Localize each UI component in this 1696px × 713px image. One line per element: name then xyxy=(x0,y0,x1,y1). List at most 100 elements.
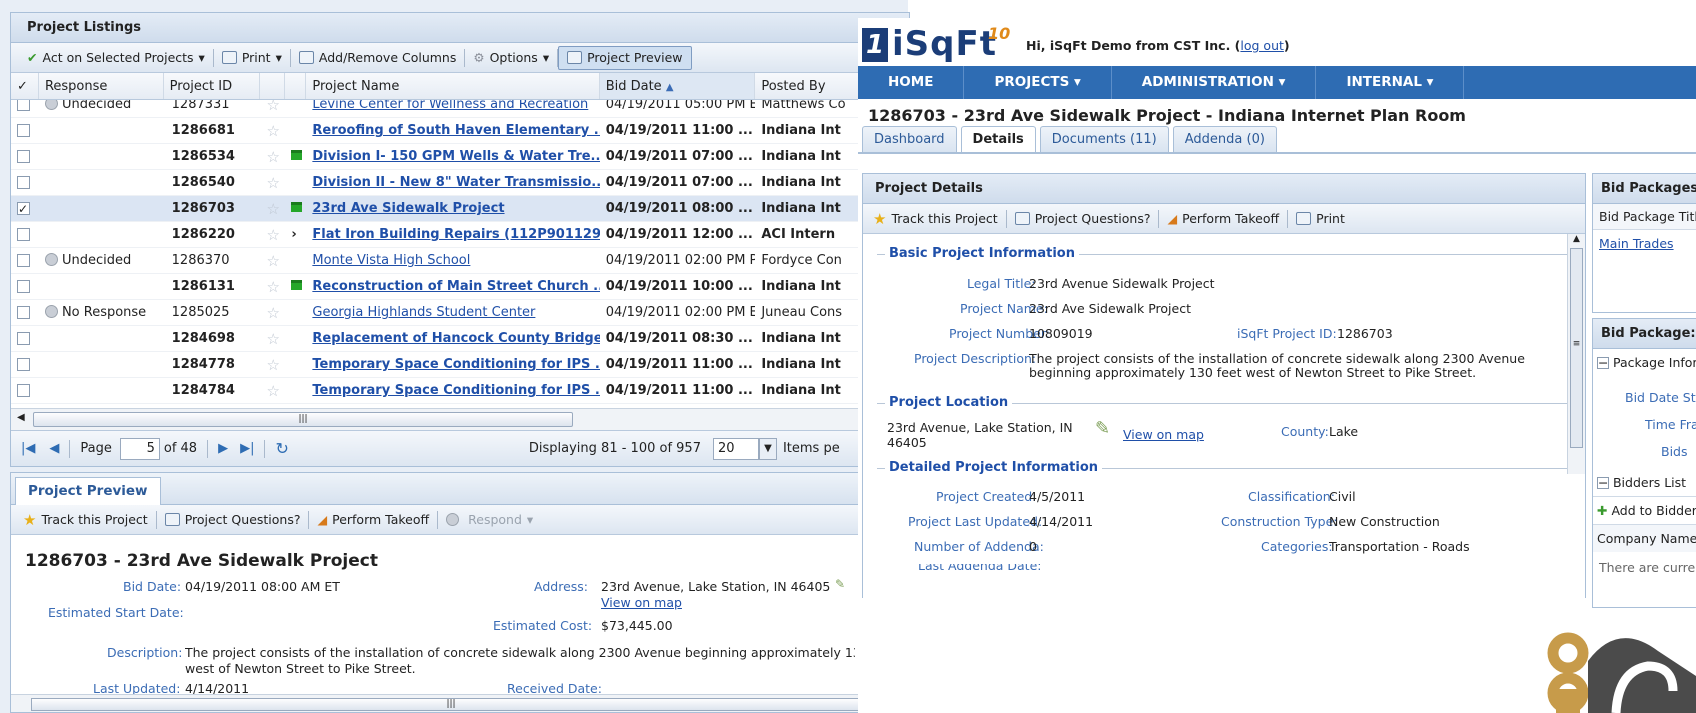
perform-takeoff-button[interactable]: ◢ Perform Takeoff xyxy=(309,508,437,532)
last-page-icon[interactable]: ▶| xyxy=(240,441,254,456)
table-row[interactable]: 1284698 ☆ Replacement of Hancock County Br… xyxy=(11,326,909,352)
project-name-link[interactable]: Reroofing of South Haven Elementary ... xyxy=(312,123,599,138)
row-checkbox[interactable] xyxy=(17,150,30,163)
map-icon[interactable]: ✎ xyxy=(1095,418,1110,439)
nav-internal[interactable]: INTERNAL ▾ xyxy=(1316,66,1465,99)
prev-page-icon[interactable]: ◀ xyxy=(49,441,59,456)
table-row[interactable]: No Response 1285025 ☆ Georgia Highlands Stu… xyxy=(11,300,909,326)
project-name-link[interactable]: Division II - New 8" Water Transmissio..… xyxy=(312,175,599,190)
project-name-link[interactable]: Flat Iron Building Repairs (112P901129) xyxy=(312,227,599,242)
project-name-link[interactable]: 23rd Ave Sidewalk Project xyxy=(312,201,504,216)
detail-v-scrollbar[interactable]: ▲ ≡ xyxy=(1567,234,1585,474)
star-icon[interactable]: ☆ xyxy=(266,100,279,114)
add-remove-columns-button[interactable]: Add/Remove Columns xyxy=(291,46,465,70)
row-checkbox[interactable] xyxy=(17,358,30,371)
preview-h-scrollbar[interactable]: ||| xyxy=(11,694,909,712)
chevron-down-icon[interactable]: ▼ xyxy=(758,437,777,460)
add-to-bidders-button[interactable]: ✚ Add to Bidder xyxy=(1593,496,1696,524)
flag-icon xyxy=(291,202,303,212)
project-name-link[interactable]: Monte Vista High School xyxy=(312,253,470,268)
refresh-icon[interactable]: ↻ xyxy=(275,439,288,458)
row-checkbox[interactable] xyxy=(17,100,30,111)
respond-button[interactable]: Respond ▾ xyxy=(438,508,541,532)
row-checkbox[interactable] xyxy=(17,196,30,221)
logout-link[interactable]: log out xyxy=(1240,38,1284,53)
star-icon[interactable]: ☆ xyxy=(266,382,279,400)
detail-track-button[interactable]: ★ Track this Project xyxy=(865,207,1006,231)
act-selected-button[interactable]: ✔ Act on Selected Projects ▾ xyxy=(19,46,213,70)
first-page-icon[interactable]: |◀ xyxy=(21,441,35,456)
track-project-button[interactable]: ★ Track this Project xyxy=(15,508,156,532)
row-checkbox[interactable] xyxy=(17,306,30,319)
star-icon[interactable]: ☆ xyxy=(266,330,279,348)
table-row[interactable]: 1284784 ☆ Temporary Space Conditioning for… xyxy=(11,378,909,404)
project-questions-button[interactable]: Project Questions? xyxy=(157,508,309,532)
star-icon[interactable]: ☆ xyxy=(266,148,279,166)
star-icon[interactable]: ☆ xyxy=(266,252,279,270)
row-checkbox[interactable] xyxy=(17,228,30,241)
select-all-header[interactable]: ✓ xyxy=(11,73,39,99)
project-name-link[interactable]: Levine Center for Wellness and Recreatio… xyxy=(312,100,588,112)
table-row[interactable]: 1286540 ☆ Division II - New 8" Water Trans… xyxy=(11,170,909,196)
detail-takeoff-button[interactable]: ◢ Perform Takeoff xyxy=(1159,207,1287,231)
table-row[interactable]: Undecided 1286370 ☆ Monte Vista High School… xyxy=(11,248,909,274)
project-name-link[interactable]: Division I- 150 GPM Wells & Water Tre... xyxy=(312,149,599,164)
table-row[interactable]: 1286220 ☆ › Flat Iron Building Repairs (112… xyxy=(11,222,909,248)
row-checkbox[interactable] xyxy=(17,124,30,137)
row-checkbox[interactable] xyxy=(17,254,30,267)
table-row[interactable]: 1286703☆23rd Ave Sidewalk Project04/19/2… xyxy=(11,196,909,222)
star-icon[interactable]: ☆ xyxy=(266,200,279,218)
project-name-link[interactable]: Reconstruction of Main Street Church ... xyxy=(312,279,599,294)
tab-documents[interactable]: Documents (11) xyxy=(1039,126,1169,152)
col-project-name[interactable]: Project Name xyxy=(306,73,600,99)
detail-questions-button[interactable]: Project Questions? xyxy=(1007,207,1159,231)
nav-projects[interactable]: PROJECTS ▾ xyxy=(964,66,1112,99)
col-flag[interactable] xyxy=(285,73,307,99)
table-row[interactable]: 1286131 ☆ Reconstruction of Main Street Ch… xyxy=(11,274,909,300)
nav-administration[interactable]: ADMINISTRATION ▾ xyxy=(1112,66,1317,99)
tab-addenda[interactable]: Addenda (0) xyxy=(1172,126,1277,152)
star-icon[interactable]: ☆ xyxy=(266,304,279,322)
row-checkbox[interactable] xyxy=(17,384,30,397)
project-preview-toggle[interactable]: Project Preview xyxy=(558,45,692,70)
tab-project-preview[interactable]: Project Preview xyxy=(15,477,161,505)
star-icon[interactable]: ☆ xyxy=(266,122,279,140)
col-bid-date[interactable]: Bid Date ▲ xyxy=(599,73,756,99)
row-checkbox[interactable] xyxy=(17,332,30,345)
view-on-map-link[interactable]: View on map xyxy=(601,595,682,610)
project-name-link[interactable]: Temporary Space Conditioning for IPS ... xyxy=(312,357,599,372)
row-checkbox[interactable] xyxy=(17,176,30,189)
col-response[interactable]: Response xyxy=(39,73,164,99)
next-page-icon[interactable]: ▶ xyxy=(218,441,228,456)
detail-print-button[interactable]: Print xyxy=(1288,207,1353,231)
project-name-link[interactable]: Temporary Space Conditioning for IPS ... xyxy=(312,383,599,398)
star-icon[interactable]: ☆ xyxy=(266,278,279,296)
star-icon[interactable]: ☆ xyxy=(266,174,279,192)
table-row[interactable]: 1286534 ☆ Division I- 150 GPM Wells & Wate… xyxy=(11,144,909,170)
star-icon[interactable]: ☆ xyxy=(266,356,279,374)
project-name-link[interactable]: Replacement of Hancock County Bridge xyxy=(312,331,599,346)
h-scrollbar[interactable]: ◀ ||| xyxy=(11,408,909,430)
col-star[interactable] xyxy=(260,73,286,99)
detail-view-on-map-link[interactable]: View on map xyxy=(1123,427,1204,442)
col-project-id[interactable]: Project ID xyxy=(164,73,261,99)
table-row[interactable]: Undecided 1287331 ☆ Levine Center for Welln… xyxy=(11,100,909,118)
map-icon[interactable]: ✎ xyxy=(835,577,845,591)
nav-home[interactable]: HOME xyxy=(858,66,965,99)
project-name-link[interactable]: Georgia Highlands Student Center xyxy=(312,305,535,320)
star-icon[interactable]: ☆ xyxy=(266,226,279,244)
table-row[interactable]: 1284778 ☆ Temporary Space Conditioning for… xyxy=(11,352,909,378)
table-row[interactable]: 1286681 ☆ Reroofing of South Haven Element… xyxy=(11,118,909,144)
scroll-thumb[interactable]: ||| xyxy=(33,412,573,427)
tab-dashboard[interactable]: Dashboard xyxy=(862,126,957,152)
options-button[interactable]: ⚙ Options ▾ xyxy=(465,46,557,70)
bidders-list-toggle[interactable]: − Bidders List xyxy=(1593,459,1696,496)
page-size-select[interactable]: 20 xyxy=(712,437,759,460)
row-checkbox[interactable] xyxy=(17,280,30,293)
page-input[interactable]: 5 xyxy=(119,437,160,460)
main-trades-link[interactable]: Main Trades xyxy=(1593,230,1696,257)
print-button[interactable]: Print ▾ xyxy=(214,46,290,70)
scroll-left-icon[interactable]: ◀ xyxy=(17,412,25,423)
package-info-toggle[interactable]: − Package Infor xyxy=(1593,349,1696,376)
tab-details[interactable]: Details xyxy=(960,126,1036,152)
